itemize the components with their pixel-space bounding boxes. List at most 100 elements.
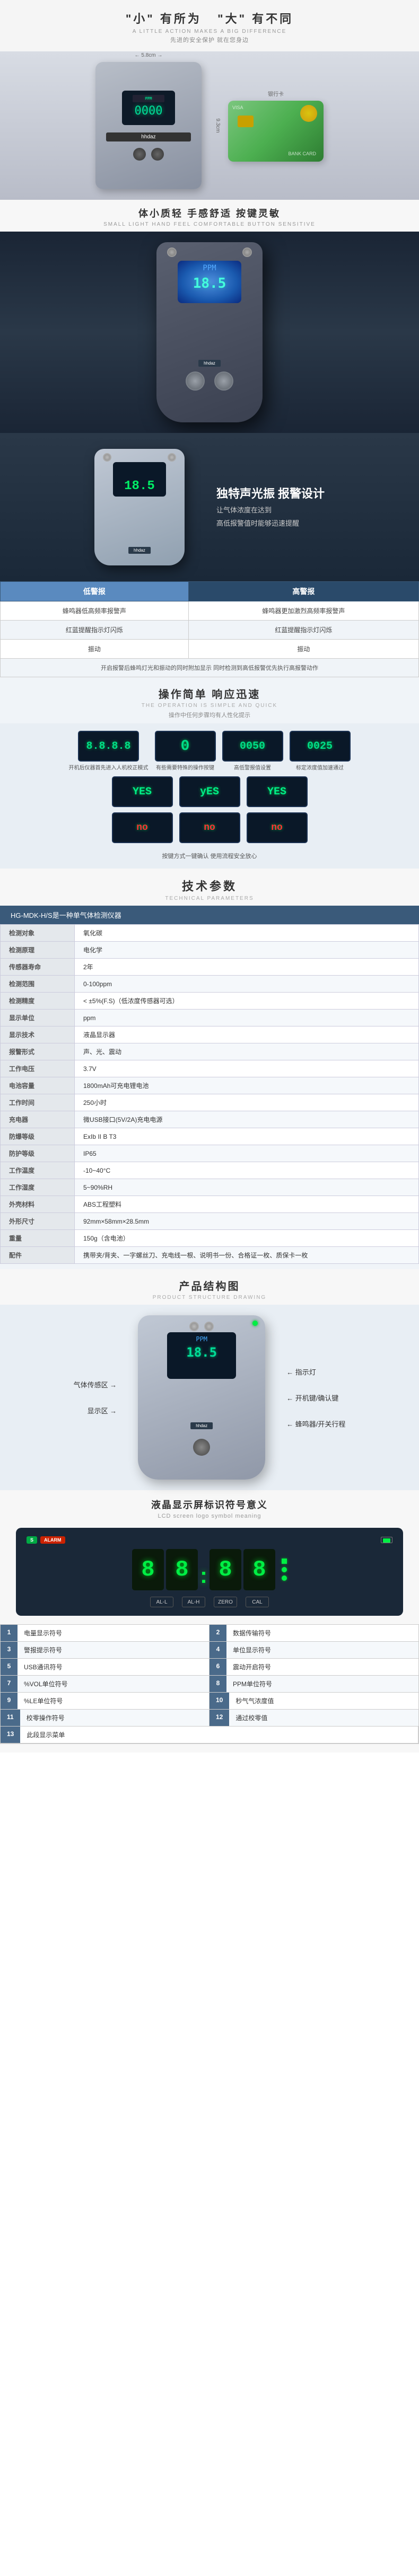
lcd-battery-area bbox=[381, 1536, 392, 1544]
param-label-4: 检测精度 bbox=[1, 993, 75, 1010]
param-value-11: 微USB接口(5V/2A)充电电源 bbox=[75, 1111, 419, 1128]
side-indicators bbox=[282, 1559, 287, 1581]
lcd-sym-title-wrapper: 液晶显示屏标识符号意义 LCD screen logo symbol meani… bbox=[0, 1490, 419, 1522]
sound-sub1: 让气体浓度在达到 bbox=[216, 504, 325, 515]
bq-title-en: SMALL LIGHT HAND FEEL COMFORTABLE BUTTON… bbox=[5, 222, 414, 227]
lcd-cell-yes-2: yES bbox=[179, 776, 240, 807]
param-value-7: 声、光、震动 bbox=[75, 1043, 419, 1060]
hs-dials bbox=[186, 371, 233, 391]
param-row-7: 报警形式声、光、震动 bbox=[1, 1043, 419, 1060]
sds-sensor-r bbox=[204, 1322, 214, 1331]
side-dot-2 bbox=[282, 1567, 287, 1572]
btn-2[interactable] bbox=[151, 148, 164, 161]
param-label-15: 工作湿度 bbox=[1, 1179, 75, 1196]
tcell-desc-7: %VOL单位符号 bbox=[18, 1676, 209, 1692]
param-label-9: 电池容量 bbox=[1, 1077, 75, 1094]
param-value-15: 5~90%RH bbox=[75, 1179, 419, 1196]
lcd-row-1: 8.8.8.8 开机后仪器首先进入人机校正模式 0 有些需要特殊的操作按键 00… bbox=[16, 731, 403, 771]
tcell-desc-12: 通过校零值 bbox=[229, 1710, 418, 1726]
sound-device: 18.5 hhdaz bbox=[94, 449, 185, 565]
tcell-7: 7 %VOL单位符号 bbox=[1, 1676, 210, 1693]
param-value-6: 液晶显示器 bbox=[75, 1026, 419, 1043]
tech-title-en: TECHNICAL PARAMETERS bbox=[5, 896, 414, 901]
param-row-17: 外形尺寸92mm×58mm×28.5mm bbox=[1, 1213, 419, 1230]
op-sub: 操作中任何步骤均有人性化提示 bbox=[0, 711, 419, 719]
tcell-desc-3: 警报提示符号 bbox=[18, 1642, 209, 1658]
card-compare-label: 银行卡 bbox=[228, 90, 324, 98]
sd-reading: 18.5 bbox=[124, 479, 155, 493]
struct-label-indicator: ← 指示灯 bbox=[286, 1367, 345, 1377]
struct-label-sensor: 气体传感区 → bbox=[74, 1379, 117, 1389]
lcd-label-4: 标定浓度值加速通过 bbox=[296, 763, 344, 771]
tcell-11: 11 校零操作符号 bbox=[1, 1710, 210, 1727]
param-label-3: 检测范围 bbox=[1, 976, 75, 993]
tcell-num-8: 8 bbox=[210, 1676, 226, 1692]
hs-sensor-l bbox=[167, 247, 177, 257]
tcell-desc-8: PPM单位符号 bbox=[226, 1676, 418, 1692]
lcd-cell-no-2: no bbox=[179, 812, 240, 843]
tech-title-cn: 技术参数 bbox=[5, 877, 414, 894]
tcell-8: 8 PPM单位符号 bbox=[210, 1676, 418, 1693]
tcell-num-13: 13 bbox=[1, 1727, 20, 1743]
dim-label-right: 9.3cm bbox=[215, 118, 221, 132]
sd-logo: hhdaz bbox=[128, 547, 151, 554]
lcd-label-2: 有些需要特殊的操作按键 bbox=[156, 763, 214, 771]
tcell-desc-10: 秒气气浓度值 bbox=[229, 1693, 418, 1709]
params-table-wrapper: HG-MDK-H/S是一种单气体检测仪器 检测对象氧化碳 检测原理电化学 传感器… bbox=[0, 906, 419, 1269]
tcell-num-1: 1 bbox=[1, 1625, 18, 1641]
lcd-sym-title-cn: 液晶显示屏标识符号意义 bbox=[5, 1498, 414, 1511]
tcell-1: 1 电量显示符号 bbox=[1, 1625, 210, 1642]
param-row-3: 检测范围0-100ppm bbox=[1, 976, 419, 993]
sd-screen: 18.5 bbox=[113, 462, 166, 497]
lcd-cell-no-3: no bbox=[247, 812, 308, 843]
tcell-num-7: 7 bbox=[1, 1676, 18, 1692]
lcd-big-display: S ALARM 8 8 : 8 8 bbox=[16, 1528, 403, 1616]
tcell-12: 12 通过校零值 bbox=[210, 1710, 418, 1727]
alarm-footer-note: 开启报警后蜂鸣灯光和振动的同时附加显示 同时检测到高低报警优先执行高报警动作 bbox=[1, 659, 419, 677]
lsi-alarm: ALARM bbox=[40, 1536, 65, 1544]
hs-logo: hhdaz bbox=[198, 360, 221, 367]
lcd-cell-yes-1: YES bbox=[112, 776, 173, 807]
lcd-label-1: 开机后仪器首先进入人机校正模式 bbox=[69, 763, 149, 771]
body-quality-section: 体小质轻 手感舒适 按键灵敏 SMALL LIGHT HAND FEEL COM… bbox=[0, 200, 419, 232]
param-row-0: 检测对象氧化碳 bbox=[1, 925, 419, 942]
lcd-bl-box-cal: CAL bbox=[246, 1597, 269, 1607]
lcd-sym-indicators: S ALARM bbox=[27, 1536, 65, 1544]
alarm-row-3-low: 振动 bbox=[1, 640, 189, 659]
param-row-2: 传感器寿命2年 bbox=[1, 959, 419, 976]
param-row-18: 重量150g（含电池） bbox=[1, 1230, 419, 1247]
device-screen: PPM 0000 bbox=[122, 91, 175, 125]
hs-screen: PPM 18.5 bbox=[178, 261, 241, 303]
sds-logo: hhdaz bbox=[190, 1422, 213, 1429]
tcell-6: 6 震动开启符号 bbox=[210, 1659, 418, 1676]
tcell-10: 10 秒气气浓度值 bbox=[210, 1693, 418, 1710]
lcd-screen-3: 0050 bbox=[222, 731, 283, 762]
btn-1[interactable] bbox=[133, 148, 146, 161]
side-dot-3 bbox=[282, 1575, 287, 1581]
tcell-num-11: 11 bbox=[1, 1710, 20, 1726]
device-buttons bbox=[133, 148, 164, 161]
lcd-displays-section: 8.8.8.8 开机后仪器首先进入人机校正模式 0 有些需要特殊的操作按键 00… bbox=[0, 723, 419, 869]
lcd-bottom-labels-row: AL-L AL-H ZERO CAL bbox=[27, 1597, 392, 1607]
lcd-digit-8-3: 8 bbox=[210, 1549, 241, 1590]
side-dot-1 bbox=[282, 1559, 287, 1564]
lcd-screen-4: 0025 bbox=[290, 731, 351, 762]
param-row-8: 工作电压3.7V bbox=[1, 1060, 419, 1077]
sds-indicator-light bbox=[252, 1321, 258, 1326]
lcd-bl-al-h: AL-H bbox=[182, 1597, 205, 1607]
lcd-digit-8-1: 8 bbox=[132, 1549, 164, 1590]
sds-btn[interactable] bbox=[193, 1439, 210, 1456]
lcd-cell-2: 0 有些需要特殊的操作按键 bbox=[155, 731, 216, 771]
alarm-row-1-high: 蜂鸣器更加激烈高频率报警声 bbox=[188, 601, 418, 621]
bq-title-cn: 体小质轻 手感舒适 按键灵敏 bbox=[5, 206, 414, 220]
operation-title-section: 操作简单 响应迅速 THE OPERATION IS SIMPLE AND QU… bbox=[0, 677, 419, 723]
sub-slogan2: 先进的安全保护 就在您身边 bbox=[11, 36, 408, 44]
op-title-en: THE OPERATION IS SIMPLE AND QUICK bbox=[0, 703, 419, 709]
alarm-row-3-high: 振动 bbox=[188, 640, 418, 659]
lcd-main-digits-row: 8 8 : 8 8 bbox=[27, 1549, 392, 1590]
param-value-1: 电化学 bbox=[75, 942, 419, 959]
struct-label-display: 显示区 → bbox=[74, 1405, 117, 1415]
param-label-13: 防护等级 bbox=[1, 1145, 75, 1162]
param-label-0: 检测对象 bbox=[1, 925, 75, 942]
operation-caption: 按键方式一键确认 使用流程安全放心 bbox=[16, 848, 403, 861]
